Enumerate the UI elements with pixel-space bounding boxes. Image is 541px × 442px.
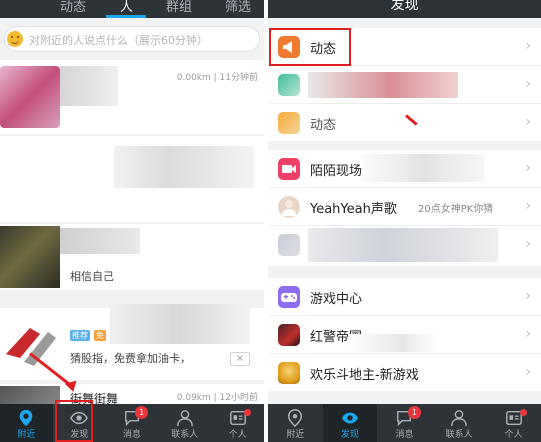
user-avatar[interactable] [0, 226, 60, 288]
annotation-box [55, 400, 93, 442]
tag-free: 免 [94, 330, 106, 341]
nav-item-profile[interactable]: 个人 [486, 404, 541, 442]
menu-item-red-alert[interactable]: 红警帝国 › [268, 316, 541, 353]
feed-text: 相信自己 [70, 270, 114, 283]
game-thumb-icon [278, 362, 300, 384]
ad-logo-icon [0, 314, 62, 374]
nearby-screen: 动态 人 群组 筛选 对附近的人说点什么（展示60分钟） 0.00km | 11… [0, 0, 264, 442]
tab-groups[interactable]: 群组 [166, 0, 192, 15]
nav-item-discover[interactable]: 发现 [322, 404, 378, 442]
notification-dot [243, 409, 251, 416]
menu-item-blurred[interactable]: 动态 › [268, 104, 541, 141]
notification-dot [520, 409, 528, 416]
live-camera-icon [278, 158, 300, 180]
status-input-placeholder: 对附近的人说点什么（展示60分钟） [29, 34, 208, 47]
nav-label: 附近 [286, 430, 305, 440]
blurred-name [60, 66, 118, 106]
nav-item-profile[interactable]: 个人 [211, 404, 264, 442]
menu-item-label: 动态 [310, 118, 337, 133]
status-input-bar[interactable]: 对附近的人说点什么（展示60分钟） [4, 26, 260, 52]
game-thumb-icon [278, 324, 300, 346]
page-title: 发现 [390, 0, 419, 13]
location-pin-icon [288, 409, 303, 427]
menu-item-label: 陌陌现场 [310, 164, 363, 179]
blurred-label [308, 228, 498, 262]
chevron-right-icon: › [525, 198, 531, 214]
blurred-icon [278, 112, 300, 134]
blurred-icon [278, 74, 300, 96]
chevron-right-icon: › [525, 236, 531, 252]
chevron-right-icon: › [525, 288, 531, 304]
menu-item-doudizhu[interactable]: 欢乐斗地主-新游戏 › [268, 354, 541, 391]
tab-filter[interactable]: 筛选 [225, 0, 251, 15]
gamepad-icon [278, 286, 300, 308]
person-icon [451, 410, 467, 427]
nav-label: 联系人 [171, 430, 199, 440]
close-ad-button[interactable]: × [230, 352, 250, 366]
blurred-content [110, 304, 250, 344]
blurred-content [114, 146, 254, 188]
nav-item-contacts[interactable]: 联系人 [158, 404, 211, 442]
user-avatar[interactable] [0, 66, 60, 128]
smile-icon [7, 31, 23, 47]
nav-item-contacts[interactable]: 联系人 [432, 404, 487, 442]
nav-label: 发现 [340, 430, 359, 440]
feed-item[interactable]: 相信自己 [0, 224, 264, 290]
tab-people[interactable]: 人 [120, 0, 133, 15]
tab-dynamic[interactable]: 动态 [60, 0, 86, 15]
nav-item-messages[interactable]: 1 消息 [106, 404, 159, 442]
blurred-name [60, 228, 140, 254]
distance-time: 0.09km | 12小时前 [176, 393, 258, 403]
nav-label: 个人 [228, 430, 247, 440]
distance-time: 0.00km | 11分钟前 [176, 73, 258, 83]
feed-item[interactable] [0, 136, 264, 222]
nav-item-nearby[interactable]: 附近 [268, 404, 323, 442]
nav-label: 消息 [122, 430, 141, 440]
unread-badge: 1 [407, 406, 421, 419]
active-tab-indicator [106, 15, 146, 18]
nav-item-messages[interactable]: 1 消息 [377, 404, 432, 442]
chevron-right-icon: › [525, 364, 531, 380]
eye-icon [341, 412, 358, 424]
menu-item-blurred[interactable]: › [268, 226, 541, 266]
chevron-right-icon: › [525, 114, 531, 130]
tag-recommend: 推荐 [70, 330, 90, 341]
feed-item[interactable]: 0.00km | 11分钟前 [0, 60, 264, 134]
unread-badge: 1 [135, 406, 149, 419]
chevron-right-icon: › [525, 160, 531, 176]
discover-screen: 发现 动态 › › 动态 › 陌陌现场 › YeahYeah声歌 20点女神PK… [268, 0, 541, 442]
person-icon [176, 410, 193, 427]
menu-item-label: 欢乐斗地主-新游戏 [310, 368, 419, 383]
chevron-right-icon: › [525, 326, 531, 342]
nearby-header: 动态 人 群组 筛选 [0, 0, 264, 18]
bottom-nav: 附近 发现 1 消息 联系人 个人 [268, 404, 541, 442]
chevron-right-icon: › [525, 76, 531, 92]
blurred-icon [278, 234, 300, 256]
nav-item-nearby[interactable]: 附近 [0, 404, 53, 442]
blurred-content [364, 154, 484, 182]
chevron-right-icon: › [525, 38, 531, 54]
blurred-content [348, 334, 438, 352]
menu-item-label: YeahYeah声歌 [310, 202, 397, 217]
feed-item-ad[interactable]: 推荐 免 猜股指，免费拿加油卡， × [0, 304, 264, 380]
nav-label: 联系人 [445, 430, 473, 440]
nav-label: 附近 [17, 430, 36, 440]
menu-item-subtitle: 20点女神PK你猜 [418, 204, 494, 215]
location-pin-icon [20, 409, 33, 427]
menu-item-blurred[interactable]: › [268, 66, 541, 103]
ad-text: 猜股指，免费拿加油卡， [70, 352, 191, 365]
nav-label: 消息 [395, 430, 414, 440]
annotation-box [269, 28, 351, 66]
avatar-icon [278, 196, 300, 218]
blurred-label [308, 72, 458, 98]
menu-item-label: 游戏中心 [310, 292, 363, 307]
menu-item-momo-live[interactable]: 陌陌现场 › [268, 150, 541, 187]
nav-label: 个人 [504, 430, 523, 440]
menu-item-game-center[interactable]: 游戏中心 › [268, 278, 541, 315]
bottom-nav: 附近 发现 1 消息 联系人 个人 [0, 404, 264, 442]
menu-item-yeahyeah[interactable]: YeahYeah声歌 20点女神PK你猜 › [268, 188, 541, 225]
discover-header: 发现 [268, 0, 541, 18]
